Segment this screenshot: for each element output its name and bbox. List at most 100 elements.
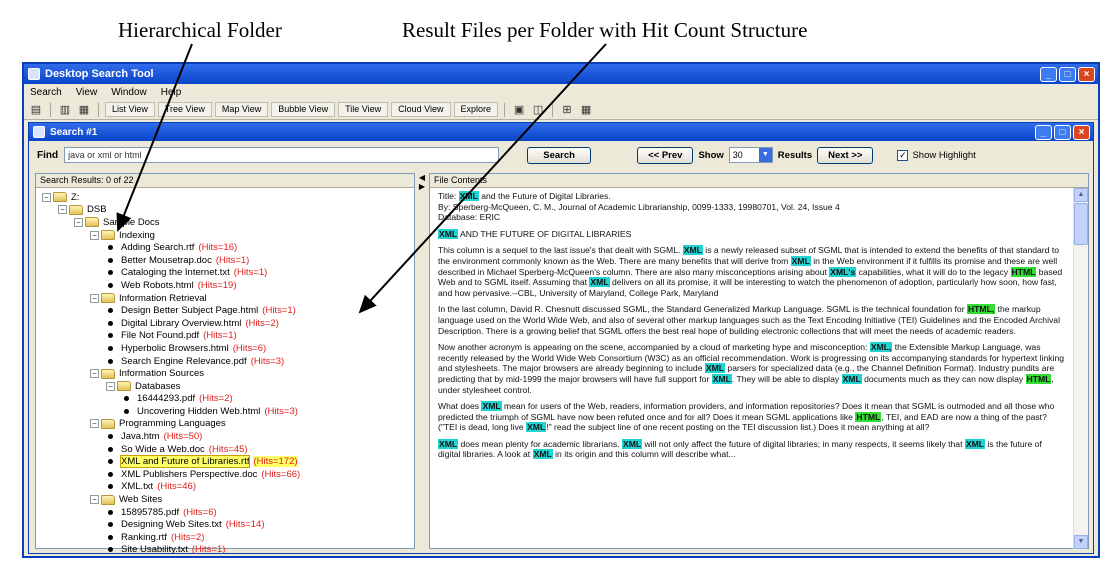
result-file[interactable]: Ranking.rtf (Hits=2) — [36, 531, 414, 544]
scroll-down-icon[interactable]: ▼ — [1074, 535, 1088, 549]
tree-view-button[interactable]: Tree View — [157, 102, 212, 117]
expand-toggle-icon[interactable]: − — [90, 369, 99, 379]
result-folder[interactable]: − Web Sites — [36, 493, 414, 506]
result-file[interactable]: Digital Library Overview.html (Hits=2) — [36, 317, 414, 330]
cloud-view-button[interactable]: Cloud View — [391, 102, 451, 117]
tree-item-label: XML and Future of Libraries.rtf — [119, 455, 251, 469]
show-highlight-toggle[interactable]: ✓ Show Highlight — [897, 149, 976, 161]
tree-item-label: Digital Library Overview.html — [121, 317, 242, 329]
contents-pane: File Contents Title: XML and the Future … — [429, 173, 1089, 549]
result-file[interactable]: File Not Found.pdf (Hits=1) — [36, 330, 414, 343]
tree-item-label: 15895785.pdf — [121, 506, 180, 518]
split-view-icon[interactable]: ▥ — [57, 103, 73, 117]
menu-search[interactable]: Search — [30, 87, 62, 98]
result-folder[interactable]: − Z: — [36, 191, 414, 204]
tile-view-button[interactable]: Tile View — [338, 102, 389, 117]
list-view-button[interactable]: List View — [105, 102, 155, 117]
show-highlight-checkbox[interactable]: ✓ — [897, 149, 909, 161]
tree-item-label: XML Publishers Perspective.doc — [121, 468, 258, 480]
expand-toggle-icon[interactable]: − — [42, 192, 51, 202]
tile-vertical-icon[interactable]: ◫ — [530, 103, 546, 117]
menu-bar: Search View Window Help — [24, 84, 1098, 100]
contents-scrollbar[interactable]: ▲ ▼ — [1073, 188, 1088, 549]
highlight-xml: XML — [704, 363, 726, 374]
minimize-icon[interactable]: _ — [1040, 66, 1057, 82]
map-view-button[interactable]: Map View — [214, 102, 269, 117]
result-file[interactable]: Search Engine Relevance.pdf (Hits=3) — [36, 355, 414, 368]
result-folder[interactable]: − Databases — [36, 380, 414, 393]
menu-window[interactable]: Window — [111, 87, 147, 98]
maximize-icon[interactable]: □ — [1059, 66, 1076, 82]
tree-item-label: Java.htm — [121, 431, 160, 443]
content-text: in its origin and this column will descr… — [552, 449, 736, 460]
maximize-icon[interactable]: □ — [1054, 124, 1071, 140]
result-folder[interactable]: − Information Retrieval — [36, 292, 414, 305]
explore-button[interactable]: Explore — [453, 102, 499, 117]
window-list-icon[interactable]: ▦ — [578, 103, 594, 117]
content-text: In the last column, David R. Chesnutt di… — [438, 304, 967, 315]
expand-toggle-icon[interactable]: − — [90, 293, 99, 303]
result-file[interactable]: Java.htm (Hits=50) — [36, 430, 414, 443]
bubble-view-button[interactable]: Bubble View — [271, 102, 336, 117]
expand-toggle-icon[interactable]: − — [90, 419, 99, 429]
expand-toggle-icon[interactable]: − — [58, 205, 67, 215]
tree-item-label: Ranking.rtf — [121, 531, 167, 543]
file-bullet-icon — [108, 282, 113, 288]
chevron-down-icon[interactable]: ▼ — [758, 148, 772, 162]
result-file[interactable]: XML.txt (Hits=46) — [36, 481, 414, 494]
result-file[interactable]: Designing Web Sites.txt (Hits=14) — [36, 518, 414, 531]
collapse-right-icon[interactable]: ▶ — [417, 182, 427, 191]
search-input[interactable] — [64, 147, 500, 163]
expand-toggle-icon[interactable]: − — [106, 381, 115, 391]
result-file[interactable]: Cataloging the Internet.txt (Hits=1) — [36, 267, 414, 280]
results-count-select[interactable]: 30 ▼ — [728, 147, 773, 163]
result-file[interactable]: Site Usability.txt (Hits=1) — [36, 544, 414, 556]
result-file[interactable]: Sites for Young.rtf (Hits=2) — [36, 556, 414, 558]
result-folder[interactable]: − DSB — [36, 204, 414, 217]
file-bullet-icon — [108, 547, 113, 553]
result-folder[interactable]: − Programming Languages — [36, 418, 414, 431]
folder-icon — [101, 293, 115, 304]
minimize-icon[interactable]: _ — [1035, 124, 1052, 140]
result-file[interactable]: XML Publishers Perspective.doc (Hits=66) — [36, 468, 414, 481]
search-titlebar[interactable]: Search #1 _ □ × — [29, 123, 1093, 141]
result-file[interactable]: 16444293.pdf (Hits=2) — [36, 393, 414, 406]
menu-view[interactable]: View — [76, 87, 98, 98]
app-titlebar[interactable]: Desktop Search Tool _ □ × — [24, 64, 1098, 84]
menu-help[interactable]: Help — [161, 87, 182, 98]
result-file[interactable]: So Wide a Web.doc (Hits=45) — [36, 443, 414, 456]
pane-splitter[interactable]: ◀ ▶ — [417, 173, 427, 549]
result-folder[interactable]: − Sample Docs — [36, 216, 414, 229]
tree-item-label: Indexing — [119, 229, 155, 241]
tree-item-label: Z: — [71, 191, 80, 203]
new-search-icon[interactable]: ▤ — [28, 103, 44, 117]
scroll-up-icon[interactable]: ▲ — [1074, 188, 1088, 202]
prev-button[interactable]: << Prev — [637, 146, 694, 164]
expand-toggle-icon[interactable]: − — [74, 217, 83, 227]
result-file[interactable]: 15895785.pdf (Hits=6) — [36, 506, 414, 519]
file-bullet-icon — [108, 484, 113, 490]
grid-view-icon[interactable]: ▦ — [76, 103, 92, 117]
result-file[interactable]: Design Better Subject Page.html (Hits=1) — [36, 304, 414, 317]
scroll-thumb[interactable] — [1074, 203, 1088, 245]
result-folder[interactable]: − Indexing — [36, 229, 414, 242]
close-icon[interactable]: × — [1078, 66, 1095, 82]
cascade-icon[interactable]: ▣ — [511, 103, 527, 117]
result-file[interactable]: Hyperbolic Browsers.html (Hits=6) — [36, 342, 414, 355]
content-text: does mean plenty for academic librarians… — [458, 438, 622, 449]
next-button[interactable]: Next >> — [817, 146, 874, 164]
expand-toggle-icon[interactable]: − — [90, 495, 99, 505]
result-file[interactable]: XML and Future of Libraries.rtf (Hits=172… — [36, 455, 414, 469]
result-file[interactable]: Web Robots.html (Hits=19) — [36, 279, 414, 292]
expand-toggle-icon[interactable]: − — [90, 230, 99, 240]
hit-count: (Hits=16) — [198, 242, 238, 254]
tile-grid-icon[interactable]: ⊞ — [559, 103, 575, 117]
search-button[interactable]: Search — [527, 146, 592, 164]
collapse-left-icon[interactable]: ◀ — [417, 173, 427, 182]
result-file[interactable]: Better Mousetrap.doc (Hits=1) — [36, 254, 414, 267]
result-file[interactable]: Uncovering Hidden Web.html (Hits=3) — [36, 405, 414, 418]
close-icon[interactable]: × — [1073, 124, 1090, 140]
result-folder[interactable]: − Information Sources — [36, 367, 414, 380]
result-file[interactable]: Adding Search.rtf (Hits=16) — [36, 241, 414, 254]
hit-count: (Hits=45) — [208, 443, 248, 455]
